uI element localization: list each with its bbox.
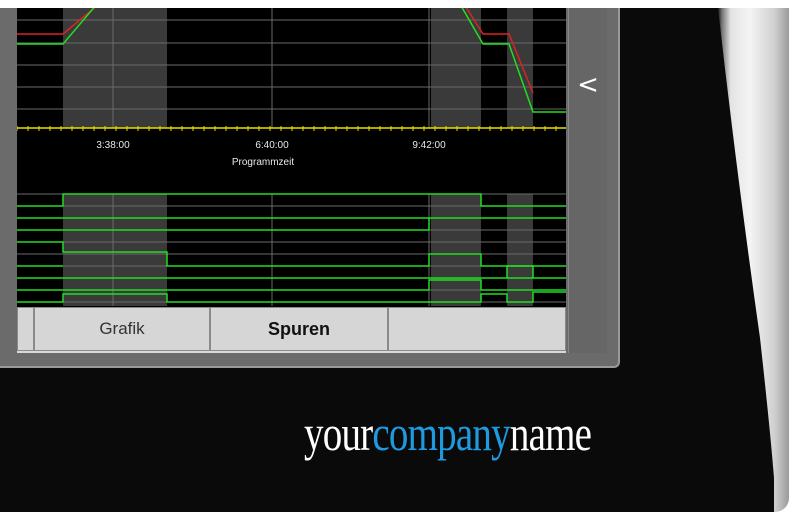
logo-part-name: name xyxy=(509,405,592,461)
time-tick-label: 6:40:00 xyxy=(255,140,289,151)
shaded-region xyxy=(507,8,533,128)
device-side-panel xyxy=(718,8,789,512)
panel-collapse-tab[interactable]: < xyxy=(568,8,607,353)
tab-empty[interactable] xyxy=(388,307,566,351)
tab-spuren[interactable]: Spuren xyxy=(210,307,388,351)
x-axis-label: Programmzeit xyxy=(232,157,294,168)
bottom-tab-bar: Grafik Spuren xyxy=(17,307,566,353)
logo-part-company: company xyxy=(372,405,510,461)
tab-grafik[interactable]: Grafik xyxy=(34,307,210,351)
logo-part-your: your xyxy=(304,405,373,461)
time-tick-label: 3:38:00 xyxy=(96,140,130,151)
program-chart: 3:38:00 6:40:00 9:42:00 Programmzeit xyxy=(17,8,566,306)
hmi-screen: 3:38:00 6:40:00 9:42:00 Programmzeit xyxy=(17,8,566,353)
shaded-region xyxy=(431,194,481,306)
company-logo: yourcompanyname xyxy=(304,402,592,464)
chevron-left-icon: < xyxy=(577,70,599,100)
shaded-region xyxy=(507,194,533,306)
time-tick-label: 9:42:00 xyxy=(412,140,446,151)
shaded-region xyxy=(63,194,167,306)
tab-partial[interactable] xyxy=(17,307,34,351)
